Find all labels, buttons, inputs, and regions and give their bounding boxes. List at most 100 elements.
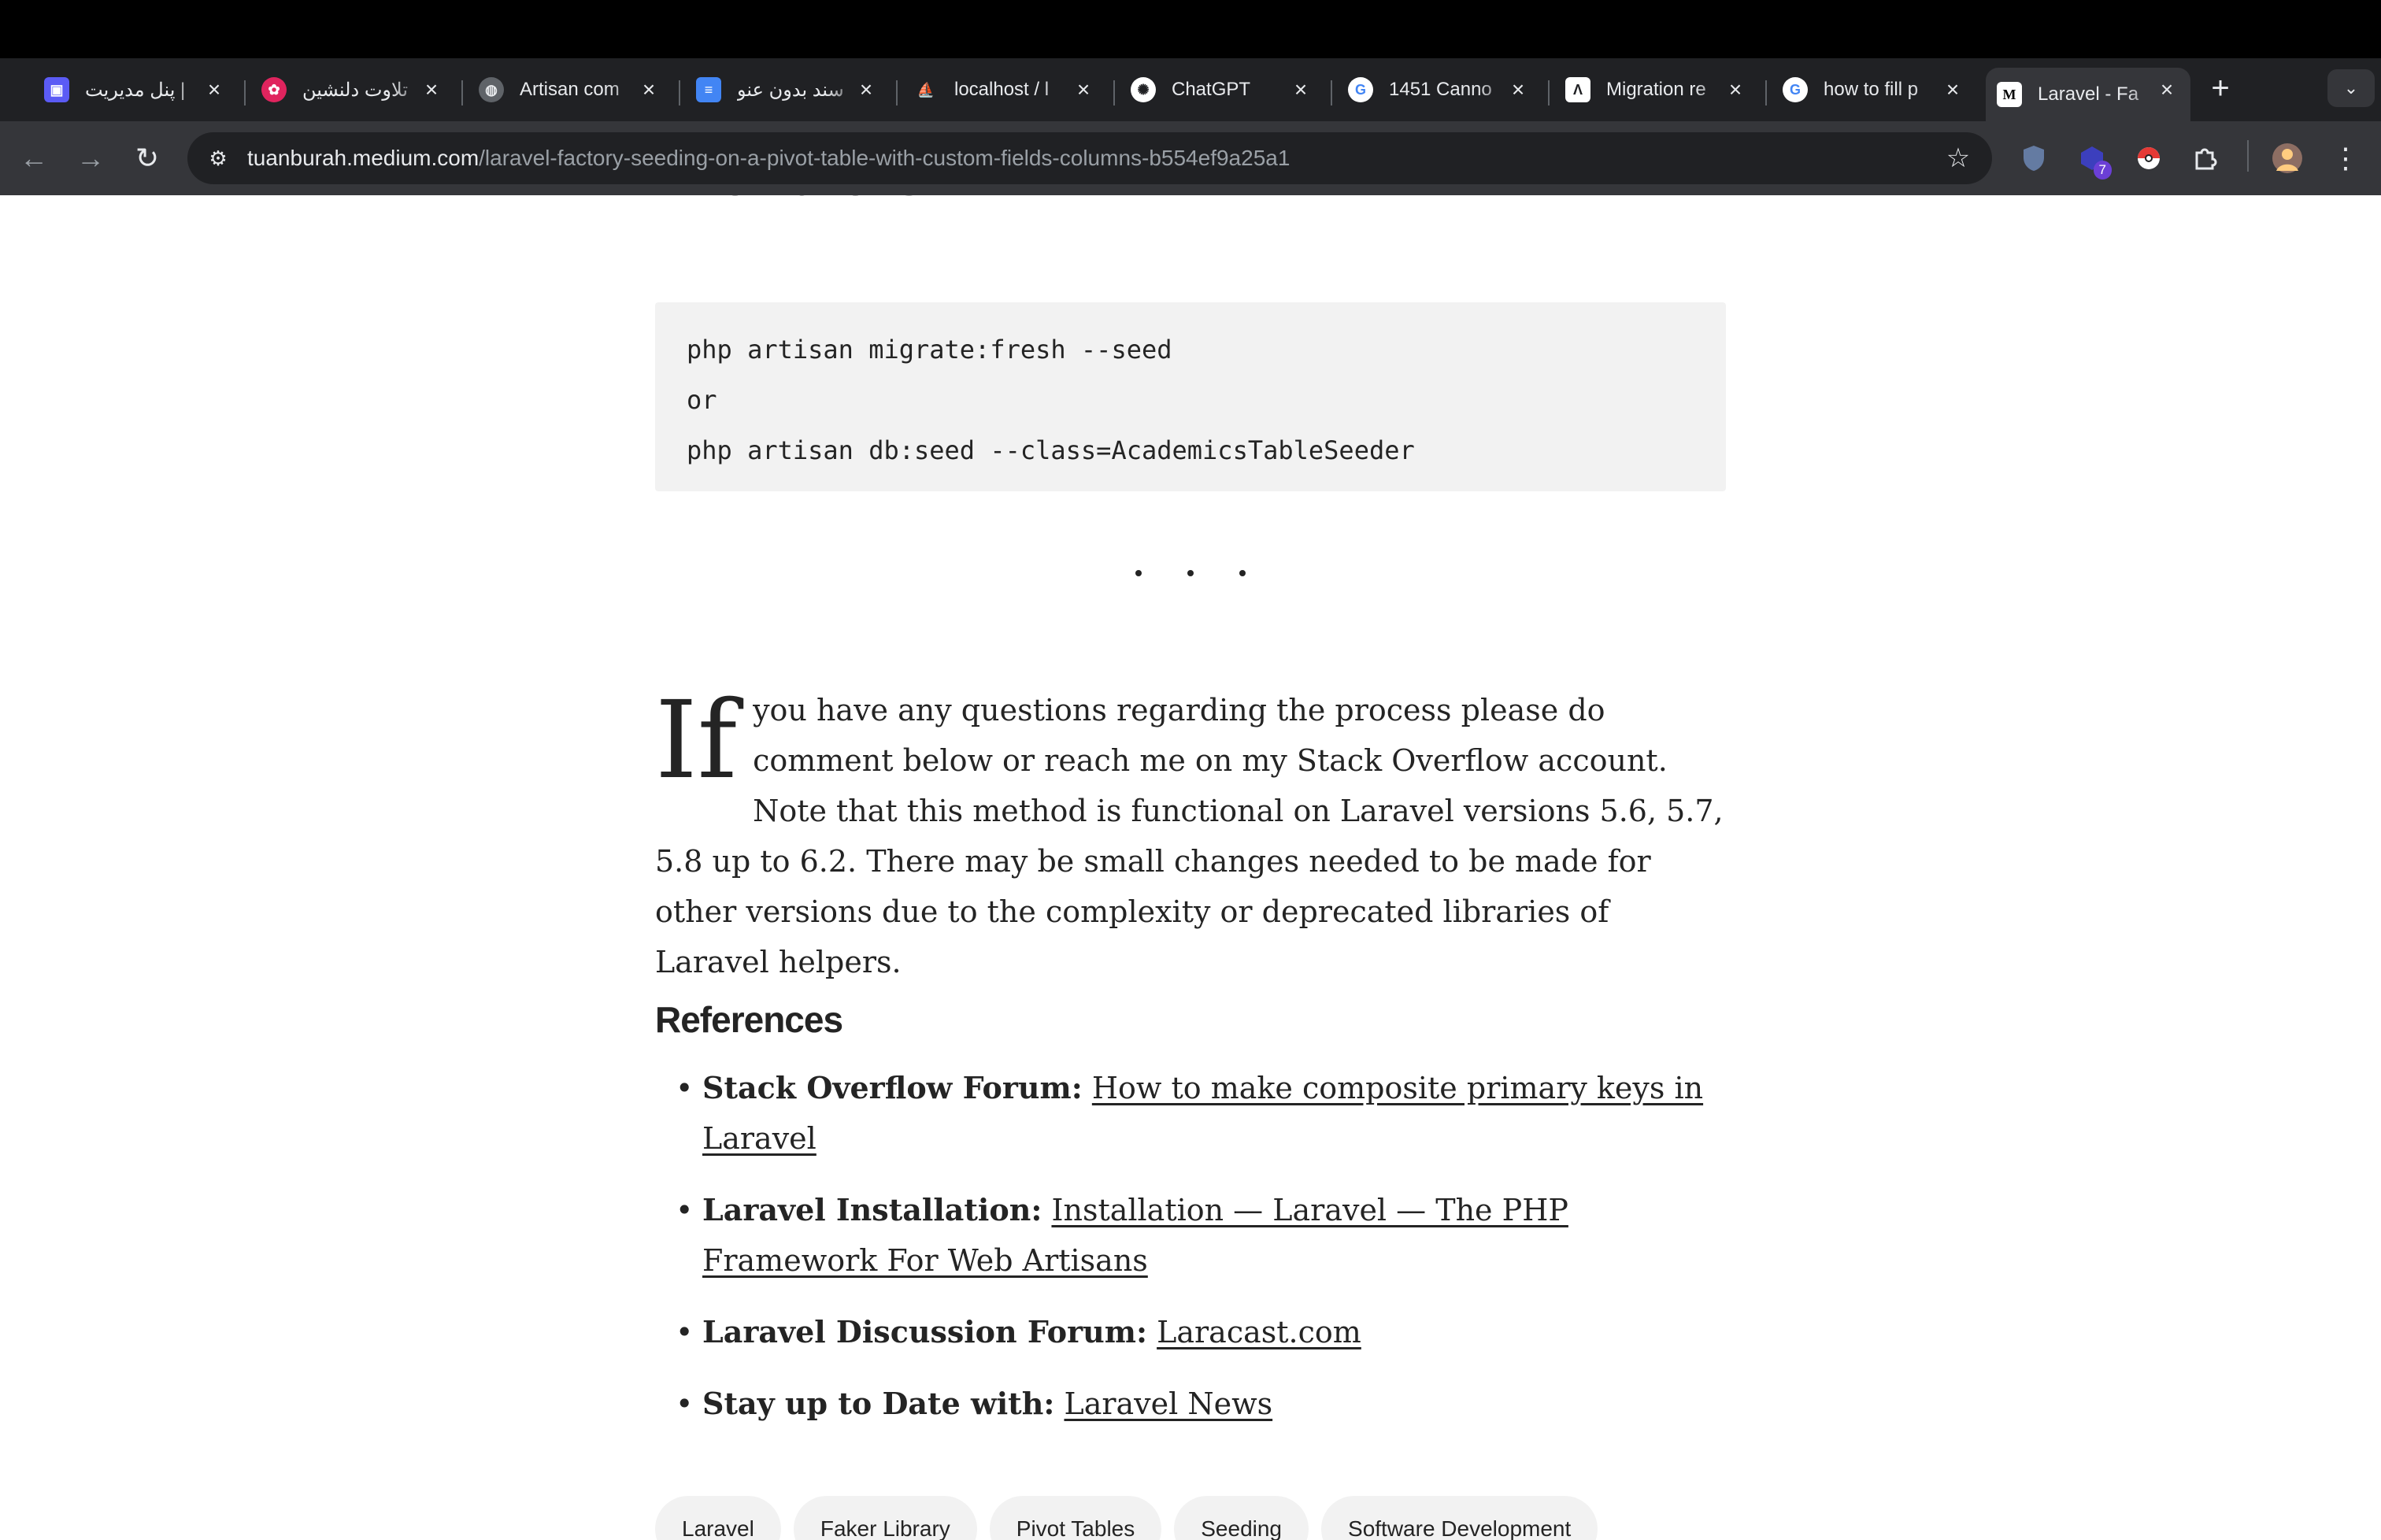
close-tab-icon[interactable]: × <box>419 77 444 102</box>
tag-laravel[interactable]: Laravel <box>655 1496 781 1540</box>
reload-button[interactable]: ↻ <box>128 139 167 178</box>
phpmyadmin-icon: ⛵ <box>916 81 935 98</box>
a-logo-icon: Λ <box>1565 77 1590 102</box>
extensions-puzzle-icon[interactable] <box>2186 139 2225 178</box>
new-tab-button[interactable]: + <box>2205 72 2236 104</box>
tag-seeding[interactable]: Seeding <box>1174 1496 1309 1540</box>
drop-cap: If <box>655 679 738 803</box>
url-text[interactable]: tuanburah.medium.com/laravel-factory-see… <box>247 146 1290 171</box>
back-button[interactable]: ← <box>14 139 54 178</box>
tab-title: 1451 Canno <box>1389 79 1492 100</box>
section-separator <box>1135 557 1246 589</box>
close-tab-icon[interactable]: × <box>1723 77 1748 102</box>
flower-logo-icon: ✿ <box>261 77 287 102</box>
article-body: how it works. php artisan migrate:fresh … <box>0 195 2381 1540</box>
reference-item: Stay up to Date with: Laravel News <box>676 1379 1742 1429</box>
extension-hex-icon[interactable]: 7 <box>2072 139 2112 180</box>
closing-paragraph: If you have any questions regarding the p… <box>655 685 1726 987</box>
medium-icon: M <box>1997 82 2022 107</box>
tab-recitation[interactable]: ✿ تلاوت دلنشین × <box>261 68 444 112</box>
macos-menu-bar <box>0 0 2381 58</box>
paragraph-text: you have any questions regarding the pro… <box>655 693 1724 979</box>
close-tab-icon[interactable]: × <box>202 77 227 102</box>
reference-label: Stack Overflow Forum: <box>702 1070 1083 1105</box>
tab-phpmyadmin[interactable]: ⛵ localhost / l × <box>913 68 1096 112</box>
reference-label: Stay up to Date with: <box>702 1386 1055 1421</box>
code-line: php artisan migrate:fresh --seed <box>687 335 1172 365</box>
reference-link[interactable]: Laracast.com <box>1157 1315 1361 1349</box>
close-tab-icon[interactable]: × <box>1940 77 1965 102</box>
references-list: Stack Overflow Forum: How to make compos… <box>676 1063 1742 1450</box>
tab-title: Migration re <box>1606 79 1706 100</box>
tab-search-button[interactable]: ⌄ <box>2327 69 2375 107</box>
tab-laravel-active[interactable]: M Laravel - Fa × <box>1986 68 2190 121</box>
tag-pivot-tables[interactable]: Pivot Tables <box>989 1496 1162 1540</box>
tab-title: سند بدون عنو <box>737 79 844 101</box>
app-logo-icon: ▣ <box>44 77 69 102</box>
pokeball-extension-icon[interactable] <box>2129 139 2168 178</box>
tab-divider <box>244 80 246 106</box>
separator-dot <box>1239 570 1246 576</box>
tab-divider <box>896 80 898 106</box>
tab-migration[interactable]: Λ Migration re × <box>1565 68 1748 112</box>
tab-title: ChatGPT <box>1172 79 1251 100</box>
tag-faker-library[interactable]: Faker Library <box>793 1496 977 1540</box>
close-tab-icon[interactable]: × <box>2154 77 2179 102</box>
tab-untitled-doc[interactable]: ≡ سند بدون عنو × <box>696 68 879 112</box>
reference-item: Stack Overflow Forum: How to make compos… <box>676 1063 1742 1164</box>
tab-chatgpt[interactable]: ✺ ChatGPT × <box>1131 68 1313 112</box>
close-tab-icon[interactable]: × <box>1288 77 1313 102</box>
openai-icon: ✺ <box>1131 77 1156 102</box>
extension-badge: 7 <box>2093 161 2112 180</box>
google-icon: G <box>1783 77 1808 102</box>
bookmark-star-icon[interactable]: ☆ <box>1943 143 1973 173</box>
globe-icon: ◍ <box>479 77 504 102</box>
tab-divider <box>461 80 463 106</box>
extension-shield-icon[interactable] <box>2014 139 2053 178</box>
toolbar-divider <box>2247 140 2249 172</box>
forward-button[interactable]: → <box>71 139 110 178</box>
reference-item: Laravel Installation: Installation — Lar… <box>676 1185 1742 1286</box>
tab-divider <box>1548 80 1550 106</box>
tab-divider <box>1331 80 1332 106</box>
tab-divider <box>679 80 680 106</box>
tab-title: پنل مدیریت | <box>85 79 186 101</box>
tab-title: تلاوت دلنشین <box>302 79 409 101</box>
tag-software-development[interactable]: Software Development <box>1321 1496 1598 1540</box>
topic-tags: Laravel Faker Library Pivot Tables Seedi… <box>655 1496 1598 1540</box>
separator-dot <box>1187 570 1194 576</box>
close-tab-icon[interactable]: × <box>854 77 879 102</box>
close-tab-icon[interactable]: × <box>636 77 661 102</box>
url-path: /laravel-factory-seeding-on-a-pivot-tabl… <box>479 146 1290 170</box>
browser-menu-icon[interactable]: ⋮ <box>2326 139 2365 178</box>
code-line: php artisan db:seed --class=AcademicsTab… <box>687 435 1415 465</box>
tab-strip: ▣ پنل مدیریت | × ✿ تلاوت دلنشین × ◍ Arti… <box>0 58 2381 121</box>
url-host: tuanburah.medium.com <box>247 146 480 170</box>
tab-title: how to fill p <box>1824 79 1919 100</box>
reference-link[interactable]: Laravel News <box>1064 1386 1272 1421</box>
close-tab-icon[interactable]: × <box>1505 77 1531 102</box>
close-tab-icon[interactable]: × <box>1071 77 1096 102</box>
reference-label: Laravel Installation: <box>702 1192 1042 1227</box>
reference-label: Laravel Discussion Forum: <box>702 1314 1148 1349</box>
tab-google-search-2[interactable]: G how to fill p × <box>1783 68 1965 112</box>
site-settings-icon[interactable]: ⚙ <box>205 145 231 172</box>
tab-title: localhost / l <box>954 79 1050 100</box>
separator-dot <box>1135 570 1142 576</box>
tab-title: Laravel - Fa <box>2038 83 2139 105</box>
references-heading: References <box>655 999 843 1040</box>
tab-title: Artisan com <box>520 79 620 100</box>
browser-toolbar: ← → ↻ ⚙ tuanburah.medium.com/laravel-fac… <box>0 121 2381 195</box>
code-line: or <box>687 385 717 415</box>
code-block: php artisan migrate:fresh --seed or php … <box>655 302 1726 491</box>
tab-divider <box>1765 80 1767 106</box>
google-icon: G <box>1348 77 1373 102</box>
previous-text-line: how it works. <box>702 195 930 205</box>
address-bar[interactable]: ⚙ tuanburah.medium.com/laravel-factory-s… <box>187 132 1992 184</box>
profile-avatar[interactable] <box>2268 139 2307 178</box>
tab-divider <box>1113 80 1115 106</box>
tab-google-search-1[interactable]: G 1451 Canno × <box>1348 68 1531 112</box>
docs-icon: ≡ <box>696 77 721 102</box>
tab-artisan[interactable]: ◍ Artisan com × <box>479 68 661 112</box>
tab-admin-panel[interactable]: ▣ پنل مدیریت | × <box>44 68 227 112</box>
